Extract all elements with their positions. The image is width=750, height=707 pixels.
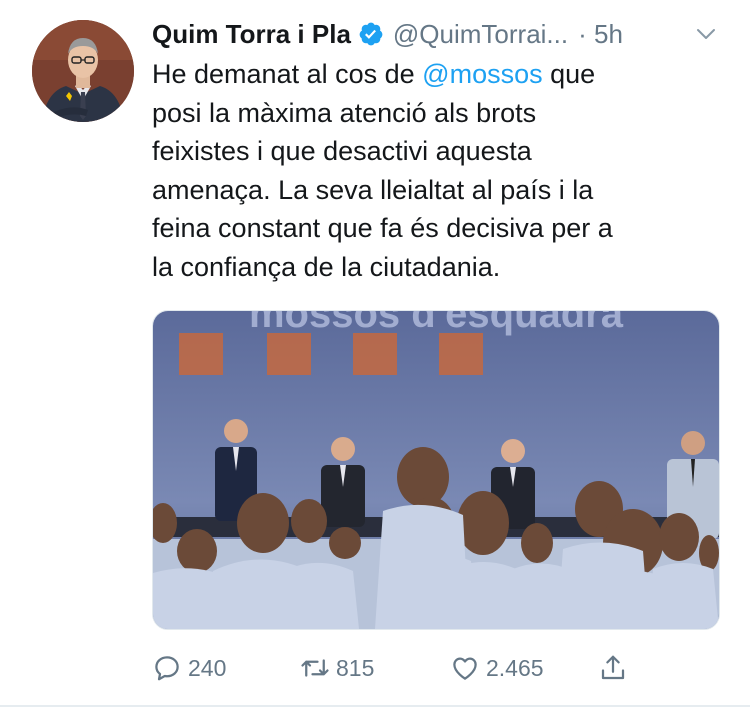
mention-link[interactable]: @mossos [422, 59, 542, 89]
reply-count: 240 [188, 654, 227, 681]
like-button[interactable]: 2.465 [450, 648, 544, 688]
photo-image: mossos d'esquadra [153, 311, 719, 629]
tweet-actions: 240 815 2.465 [152, 648, 712, 688]
heart-icon [453, 657, 477, 680]
tweet-text: He demanat al cos de @mossos que posi la… [152, 55, 712, 286]
tweet-line: feixistes i que desactivi aquesta [152, 136, 532, 166]
like-count: 2.465 [486, 654, 544, 681]
reply-button[interactable]: 240 [152, 648, 226, 688]
chevron-down-icon[interactable] [694, 22, 718, 46]
author-handle[interactable]: @QuimTorrai... [393, 19, 568, 50]
tweet-line: posi la màxima atenció als brots [152, 97, 537, 128]
avatar[interactable] [32, 20, 134, 122]
tweet-line: feina constant que fa és decisiva per a [152, 213, 613, 243]
avatar-photo [32, 20, 134, 122]
tweet-timestamp[interactable]: · 5h [578, 19, 623, 50]
banner-text: mossos d'esquadra [249, 311, 624, 336]
reply-icon [155, 656, 179, 681]
retweet-icon [301, 659, 329, 677]
tweet-line: He demanat al cos de @mossos que [152, 59, 596, 89]
retweet-count: 815 [336, 654, 375, 681]
retweet-button[interactable]: 815 [300, 648, 374, 688]
tweet-header: Quim Torra i Pla @QuimTorrai... · 5h [152, 16, 732, 52]
tweet-media-photo[interactable]: mossos d'esquadra [152, 310, 720, 630]
tweet-line: la confiança de la ciutadania. [152, 251, 501, 282]
tweet-line: amenaça. La seva lleialtat al país i la [152, 174, 594, 205]
share-button[interactable] [598, 648, 634, 688]
share-icon [601, 655, 625, 680]
verified-badge-icon [359, 22, 383, 46]
author-name[interactable]: Quim Torra i Pla [152, 19, 351, 50]
